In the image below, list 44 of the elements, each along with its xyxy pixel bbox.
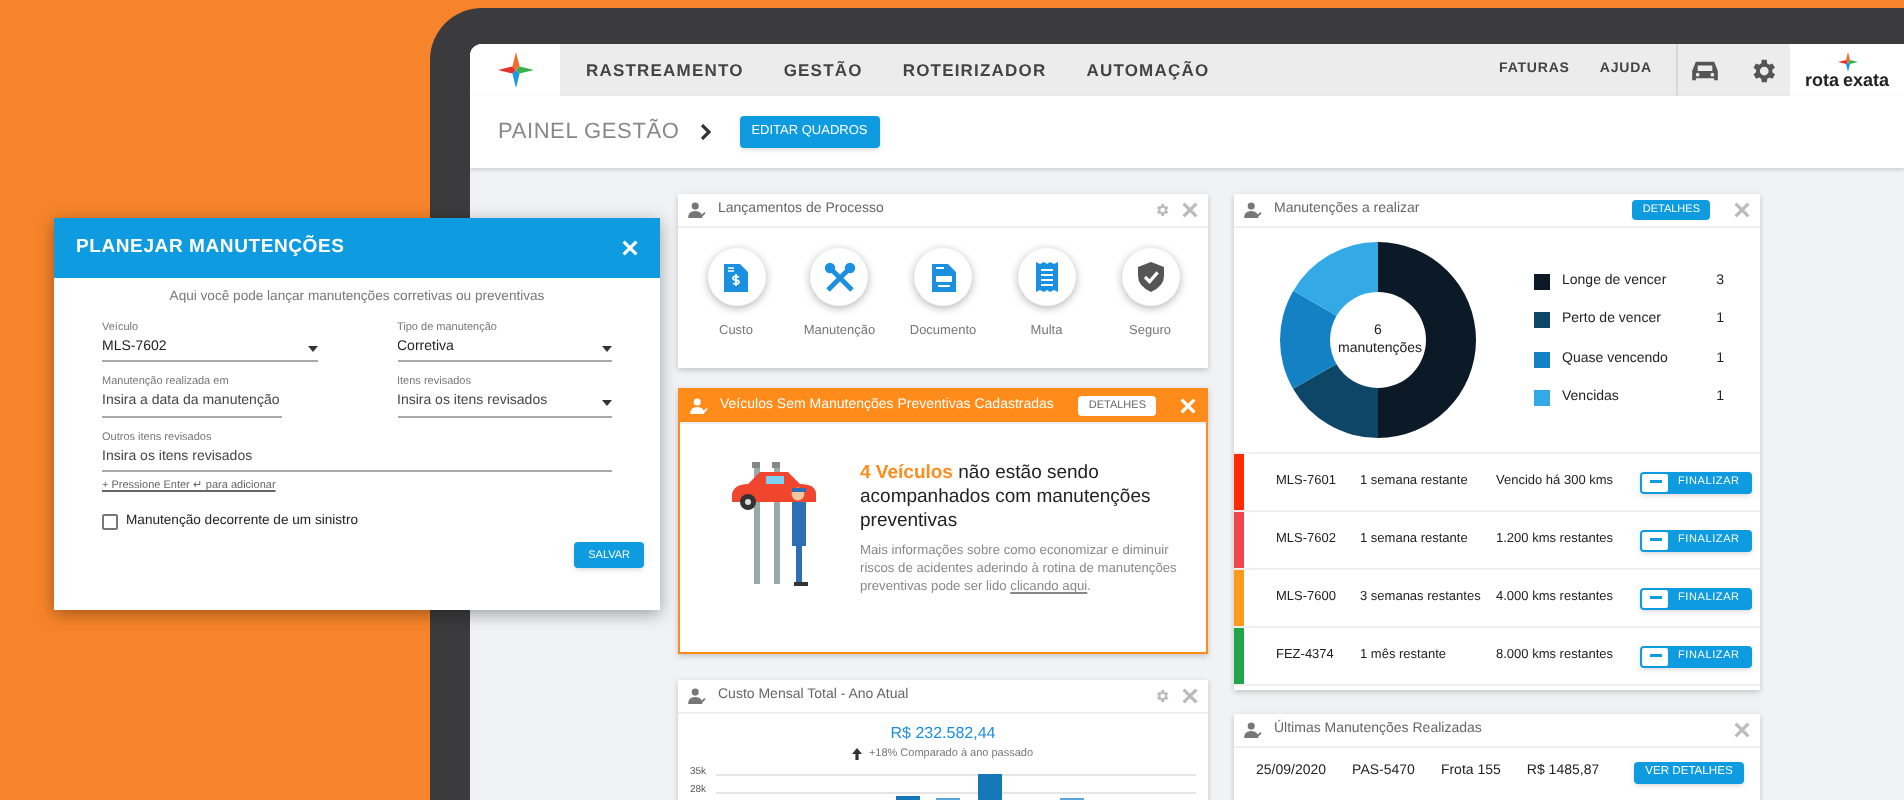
star-logo-icon[interactable] bbox=[497, 52, 533, 88]
total-amount: R$ 232.582,44 bbox=[890, 722, 996, 746]
nav-link[interactable]: ROTEIRIZADOR bbox=[902, 57, 1047, 83]
nav-link[interactable]: AUTOMAÇÃO bbox=[1086, 57, 1210, 83]
process-button[interactable] bbox=[707, 248, 765, 306]
brand-word: rota bbox=[1804, 71, 1839, 89]
settings-icon[interactable] bbox=[1748, 55, 1778, 85]
user-icon bbox=[1244, 722, 1262, 738]
user-icon bbox=[688, 202, 706, 218]
close-icon[interactable] bbox=[1734, 202, 1750, 218]
dash-icon bbox=[1649, 538, 1661, 542]
brand-logo[interactable]: rota exata bbox=[1790, 44, 1904, 96]
process-button[interactable] bbox=[1121, 248, 1179, 306]
process-button[interactable] bbox=[810, 248, 869, 306]
user-icon bbox=[690, 398, 708, 414]
tools-icon bbox=[823, 261, 856, 293]
dropdown-caret-icon bbox=[602, 400, 612, 407]
brand-word: exata bbox=[1842, 71, 1890, 89]
page-title: PAINEL GESTÃO bbox=[498, 116, 680, 148]
dropdown-caret-icon bbox=[307, 345, 317, 352]
document-icon bbox=[931, 263, 955, 291]
dash-icon bbox=[1649, 654, 1661, 658]
invoice-icon bbox=[724, 263, 748, 291]
process-button[interactable] bbox=[1017, 248, 1076, 306]
dialog-title: PLANEJAR MANUTENÇÕES bbox=[76, 233, 345, 262]
dropdown-caret-icon bbox=[602, 345, 612, 352]
arrow-up-icon bbox=[852, 748, 863, 761]
car-icon[interactable] bbox=[1690, 59, 1720, 81]
dash-icon bbox=[1649, 596, 1661, 600]
user-icon bbox=[688, 688, 706, 704]
dash-icon bbox=[1649, 480, 1661, 484]
close-icon[interactable] bbox=[1182, 688, 1198, 704]
user-icon bbox=[1244, 202, 1262, 218]
checkbox[interactable] bbox=[102, 514, 118, 531]
process-button[interactable] bbox=[914, 248, 972, 306]
close-icon[interactable] bbox=[1182, 202, 1198, 218]
nav-link[interactable]: GESTÃO bbox=[783, 57, 863, 83]
chevron-right-icon bbox=[699, 124, 712, 140]
shield-check-icon bbox=[1137, 262, 1163, 292]
star-logo-icon bbox=[1837, 51, 1857, 71]
close-icon[interactable] bbox=[1734, 722, 1750, 738]
alert-headline: 4 Veículos não estão sendo acompanhados com manutenções preventivas bbox=[860, 462, 1153, 534]
nav-link[interactable]: RASTREAMENTO bbox=[586, 57, 744, 83]
receipt-icon bbox=[1035, 262, 1058, 292]
